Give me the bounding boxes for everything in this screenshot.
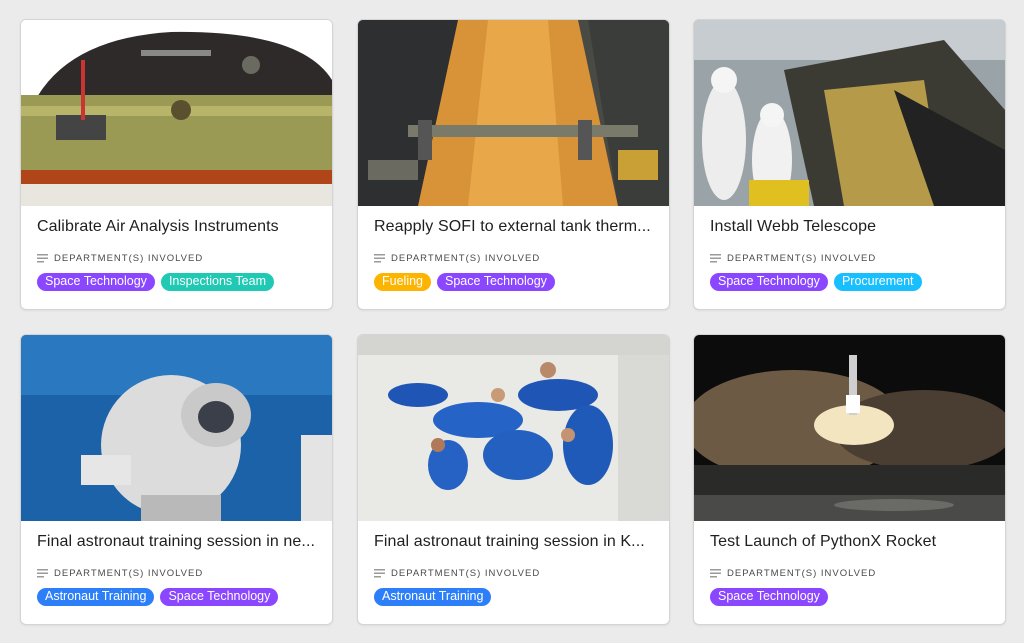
- record-card[interactable]: Calibrate Air Analysis Instruments DEPAR…: [20, 19, 333, 310]
- department-tag: Space Technology: [710, 273, 828, 291]
- record-card[interactable]: Final astronaut training session in K...…: [357, 334, 670, 625]
- department-tag: Space Technology: [37, 273, 155, 291]
- card-title: Final astronaut training session in K...: [374, 533, 645, 550]
- multiline-field-icon: [374, 254, 385, 263]
- tag-list: Space Technology: [710, 588, 828, 606]
- tag-list: Space Technology Inspections Team: [37, 273, 274, 291]
- record-card[interactable]: Final astronaut training session in ne..…: [20, 334, 333, 625]
- card-cover-image: [694, 20, 1005, 206]
- gallery-grid: Calibrate Air Analysis Instruments DEPAR…: [0, 0, 1024, 643]
- field-label-text: DEPARTMENT(S) INVOLVED: [727, 253, 877, 264]
- tag-list: Astronaut Training: [374, 588, 492, 606]
- tag-list: Fueling Space Technology: [374, 273, 555, 291]
- card-cover-image: [21, 20, 332, 206]
- multiline-field-icon: [37, 569, 48, 578]
- field-label-text: DEPARTMENT(S) INVOLVED: [727, 568, 877, 579]
- tag-list: Astronaut Training Space Technology: [37, 588, 279, 606]
- field-label: DEPARTMENT(S) INVOLVED: [710, 568, 876, 579]
- field-label-text: DEPARTMENT(S) INVOLVED: [54, 568, 204, 579]
- department-tag: Space Technology: [710, 588, 828, 606]
- record-card[interactable]: Reapply SOFI to external tank therm... D…: [357, 19, 670, 310]
- multiline-field-icon: [37, 254, 48, 263]
- field-label-text: DEPARTMENT(S) INVOLVED: [54, 253, 204, 264]
- multiline-field-icon: [710, 254, 721, 263]
- record-card[interactable]: Install Webb Telescope DEPARTMENT(S) INV…: [693, 19, 1006, 310]
- card-title: Reapply SOFI to external tank therm...: [374, 218, 651, 235]
- card-cover-image: [694, 335, 1005, 521]
- record-card[interactable]: Test Launch of PythonX Rocket DEPARTMENT…: [693, 334, 1006, 625]
- card-title: Test Launch of PythonX Rocket: [710, 533, 937, 550]
- field-label: DEPARTMENT(S) INVOLVED: [374, 568, 540, 579]
- department-tag: Procurement: [833, 273, 922, 291]
- card-title: Calibrate Air Analysis Instruments: [37, 218, 279, 235]
- department-tag: Space Technology: [437, 273, 555, 291]
- field-label-text: DEPARTMENT(S) INVOLVED: [391, 568, 541, 579]
- card-cover-image: [358, 20, 669, 206]
- card-cover-image: [358, 335, 669, 521]
- field-label: DEPARTMENT(S) INVOLVED: [710, 253, 876, 264]
- department-tag: Astronaut Training: [374, 588, 492, 606]
- tag-list: Space Technology Procurement: [710, 273, 922, 291]
- card-cover-image: [21, 335, 332, 521]
- multiline-field-icon: [710, 569, 721, 578]
- multiline-field-icon: [374, 569, 385, 578]
- field-label: DEPARTMENT(S) INVOLVED: [37, 568, 203, 579]
- department-tag: Inspections Team: [160, 273, 274, 291]
- field-label: DEPARTMENT(S) INVOLVED: [374, 253, 540, 264]
- field-label-text: DEPARTMENT(S) INVOLVED: [391, 253, 541, 264]
- card-title: Install Webb Telescope: [710, 218, 877, 235]
- department-tag: Fueling: [374, 273, 431, 291]
- department-tag: Astronaut Training: [37, 588, 155, 606]
- field-label: DEPARTMENT(S) INVOLVED: [37, 253, 203, 264]
- department-tag: Space Technology: [160, 588, 279, 606]
- card-title: Final astronaut training session in ne..…: [37, 533, 316, 550]
